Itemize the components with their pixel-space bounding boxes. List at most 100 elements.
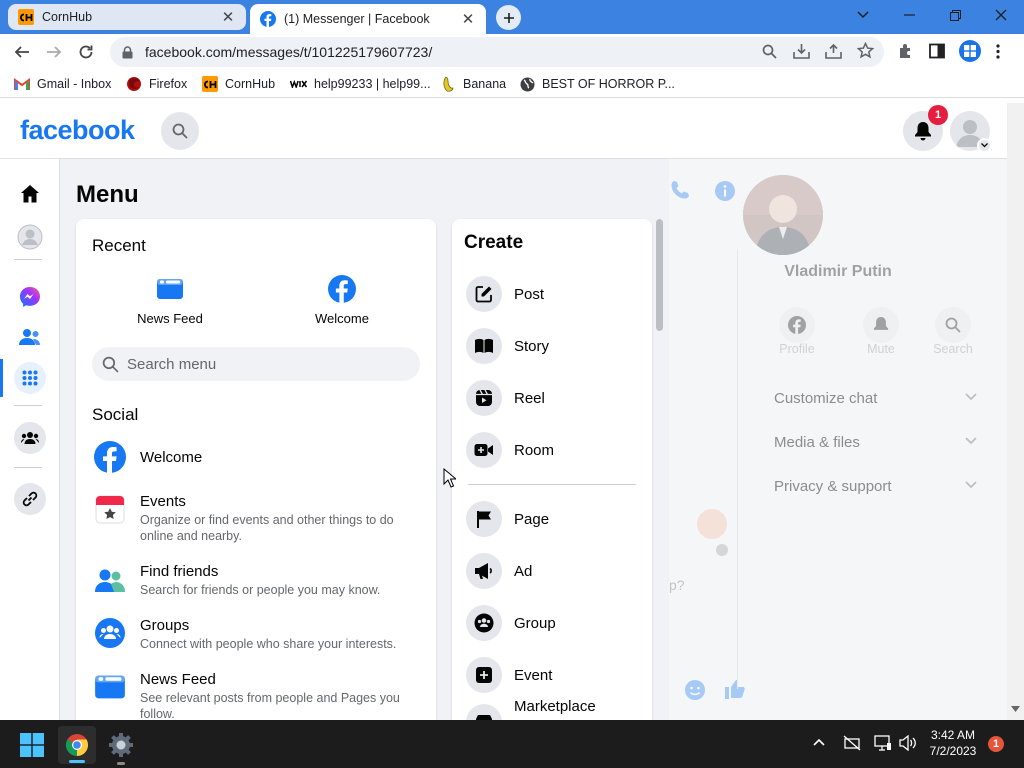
settings-gear-icon[interactable]: [108, 732, 134, 765]
bookmark-label: CornHub: [225, 77, 276, 91]
bookmark-banana[interactable]: Banana: [440, 75, 506, 93]
bookmark-wix[interactable]: help99233 | help99...: [290, 75, 431, 93]
rail-divider: [14, 405, 42, 406]
facebook-icon: [328, 275, 356, 303]
social-item-events[interactable]: Events Organize or find events and other…: [94, 493, 424, 544]
tab-search-icon[interactable]: [840, 0, 886, 30]
gmail-icon: [14, 76, 30, 92]
bookmark-firefox[interactable]: Firefox: [126, 75, 187, 93]
close-window-icon[interactable]: [978, 0, 1024, 30]
social-item-label: News Feed: [140, 671, 216, 688]
firefox-icon: [126, 76, 142, 92]
extensions-icon[interactable]: [898, 43, 914, 59]
close-tab-icon[interactable]: ✕: [220, 9, 236, 26]
bookmark-horror[interactable]: BEST OF HORROR P...: [519, 75, 675, 93]
profile-icon[interactable]: [14, 221, 46, 253]
chat-avatar: [743, 175, 823, 255]
chevron-down-icon[interactable]: [977, 138, 992, 153]
page-scrollbar[interactable]: [1007, 103, 1024, 720]
search-button[interactable]: [161, 112, 199, 150]
clock-time: 3:42 AM: [930, 728, 976, 742]
chevron-down-icon[interactable]: [965, 437, 977, 445]
create-group[interactable]: Group: [466, 603, 556, 643]
create-heading: Create: [464, 232, 524, 253]
link-icon[interactable]: [14, 483, 46, 515]
social-item-groups[interactable]: Groups Connect with people who share you…: [94, 617, 424, 652]
chevron-down-icon[interactable]: [965, 393, 977, 401]
chat-section-label: Privacy & support: [774, 478, 892, 495]
notification-center-badge[interactable]: 1: [988, 736, 1004, 752]
chat-action-mute[interactable]: [863, 307, 899, 343]
chevron-down-icon[interactable]: [965, 481, 977, 489]
tray-chevron-up-icon[interactable]: [813, 738, 825, 746]
emoji-icon[interactable]: [684, 679, 706, 701]
taskbar-clock[interactable]: 3:42 AM 7/2/2023: [922, 727, 984, 759]
tab-messenger[interactable]: (1) Messenger | Facebook ✕: [250, 4, 486, 34]
chrome-taskbar-button[interactable]: [58, 726, 96, 764]
minimize-icon[interactable]: [886, 0, 932, 30]
back-icon[interactable]: [8, 38, 36, 66]
create-reel[interactable]: Reel: [466, 378, 545, 418]
social-item-news-feed[interactable]: News Feed See relevant posts from people…: [94, 671, 424, 720]
bookmark-label: BEST OF HORROR P...: [542, 77, 675, 91]
search-menu-placeholder: Search menu: [127, 355, 217, 373]
groups-icon[interactable]: [14, 422, 46, 454]
messenger-icon[interactable]: [14, 281, 46, 313]
restore-icon[interactable]: [932, 0, 978, 30]
social-item-desc: Search for friends or people you may kno…: [140, 583, 381, 597]
facebook-header: facebook 1: [0, 103, 1007, 159]
facebook-logo[interactable]: facebook: [20, 115, 135, 146]
network-disconnected-icon[interactable]: [843, 735, 861, 751]
more-menu-icon[interactable]: [996, 44, 1000, 59]
menu-grid-icon[interactable]: [14, 362, 46, 394]
search-page-icon[interactable]: [762, 44, 777, 59]
cornhub-favicon-icon: [18, 9, 34, 25]
display-icon[interactable]: [874, 735, 892, 751]
create-story[interactable]: Story: [466, 326, 549, 366]
menu-scrollbar[interactable]: [656, 219, 663, 331]
new-tab-button[interactable]: [496, 5, 521, 30]
volume-icon[interactable]: [899, 735, 917, 751]
install-app-icon[interactable]: [793, 43, 810, 59]
bell-icon: [863, 307, 899, 343]
forward-icon[interactable]: [40, 38, 68, 66]
home-icon[interactable]: [14, 177, 46, 209]
phone-icon[interactable]: [669, 179, 691, 201]
close-tab-icon[interactable]: ✕: [460, 11, 476, 28]
search-menu-input[interactable]: Search menu: [92, 347, 420, 381]
create-event[interactable]: Event: [466, 655, 552, 695]
social-item-welcome[interactable]: Welcome: [94, 441, 424, 473]
friends-icon[interactable]: [14, 321, 46, 353]
create-page[interactable]: Page: [466, 499, 549, 539]
create-room[interactable]: Room: [466, 430, 554, 470]
side-panel-icon[interactable]: [929, 43, 945, 59]
tab-cornhub[interactable]: CornHub ✕: [8, 4, 246, 30]
chat-action-search[interactable]: [935, 307, 971, 343]
bookmarks-bar: Gmail - Inbox Firefox CornHub help99233 …: [0, 70, 1024, 98]
windows-start-icon[interactable]: [20, 733, 44, 757]
create-post[interactable]: Post: [466, 274, 544, 314]
info-icon[interactable]: [714, 180, 736, 202]
bell-icon: [915, 122, 931, 141]
chat-section-customize[interactable]: Customize chat: [774, 390, 877, 407]
search-icon: [935, 307, 971, 343]
create-ad[interactable]: Ad: [466, 551, 532, 591]
chat-section-privacy[interactable]: Privacy & support: [774, 478, 892, 495]
bookmark-star-icon[interactable]: [857, 42, 874, 59]
bookmark-gmail[interactable]: Gmail - Inbox: [14, 75, 111, 93]
calendar-icon: [95, 495, 125, 524]
bookmark-cornhub[interactable]: CornHub: [202, 75, 275, 93]
chat-action-profile[interactable]: [779, 307, 815, 343]
chat-section-media[interactable]: Media & files: [774, 434, 860, 451]
social-item-find-friends[interactable]: Find friends Search for friends or peopl…: [94, 563, 424, 598]
browser-toolbar: facebook.com/messages/t/101225179607723/: [0, 34, 1024, 70]
reload-icon[interactable]: [72, 38, 100, 66]
share-icon[interactable]: [825, 43, 842, 59]
profile-avatar-icon[interactable]: [959, 40, 981, 62]
recent-item-welcome[interactable]: Welcome: [282, 275, 402, 326]
create-marketplace[interactable]: Marketplace: [466, 698, 596, 720]
menu-area: Menu Recent News Feed Welcome Search men…: [60, 159, 669, 720]
mouse-cursor: [443, 468, 456, 488]
recent-item-news-feed[interactable]: News Feed: [110, 275, 230, 326]
like-icon[interactable]: [724, 678, 746, 700]
